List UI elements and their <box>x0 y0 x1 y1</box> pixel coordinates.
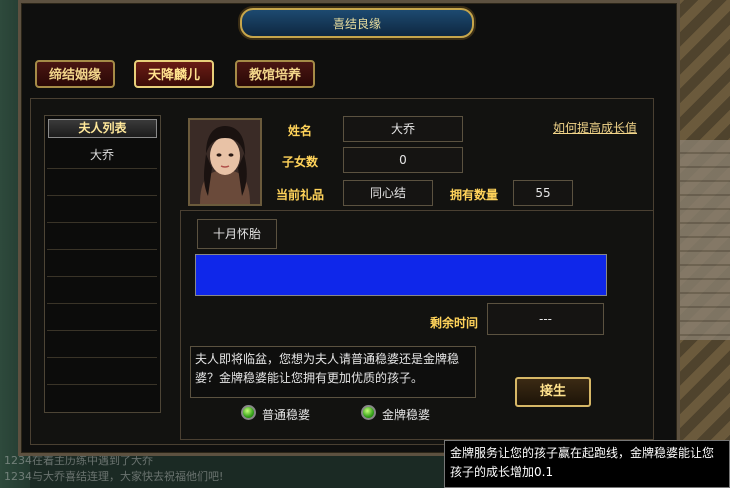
list-item-empty <box>47 277 157 304</box>
portrait-image <box>190 120 260 204</box>
gold-midwife-label[interactable]: 金牌稳婆 <box>382 406 430 423</box>
remaining-time-value: --- <box>487 303 604 335</box>
current-gift-value: 同心结 <box>343 180 433 206</box>
name-label: 姓名 <box>288 124 313 138</box>
list-item-empty <box>47 385 157 411</box>
window-title-bar: 喜结良缘 <box>240 8 474 38</box>
wives-list: 夫人列表 大乔 <box>44 115 161 413</box>
name-value: 大乔 <box>343 116 463 142</box>
pregnancy-progress-bar <box>195 254 607 296</box>
growth-help-link[interactable]: 如何提高成长值 <box>553 119 637 136</box>
remaining-time-label: 剩余时间 <box>430 316 479 330</box>
gold-midwife-tooltip: 金牌服务让您的孩子赢在起跑线，金牌稳婆能让您孩子的成长增加0.1 <box>444 440 730 488</box>
normal-midwife-label[interactable]: 普通稳婆 <box>262 406 310 423</box>
pregnancy-stage: 十月怀胎 <box>197 219 277 249</box>
pregnancy-progress-fill <box>196 255 606 295</box>
owned-count-value: 55 <box>513 180 573 206</box>
list-item-empty <box>47 304 157 331</box>
list-item-empty <box>47 250 157 277</box>
gold-midwife-radio[interactable] <box>361 405 376 420</box>
wife-portrait <box>188 118 262 206</box>
list-item-empty <box>47 169 157 196</box>
tab-school-training[interactable]: 教馆培养 <box>235 60 315 88</box>
tab-marriage[interactable]: 缔结姻缘 <box>35 60 115 88</box>
list-item-empty <box>47 358 157 385</box>
chat-line: 1234与大乔喜结连理，大家快去祝福他们吧! <box>4 470 224 483</box>
list-item-empty <box>47 331 157 358</box>
wives-list-header: 夫人列表 <box>48 119 157 138</box>
list-item-empty <box>47 223 157 250</box>
normal-midwife-radio[interactable] <box>241 405 256 420</box>
tab-children[interactable]: 天降麟儿 <box>134 60 214 88</box>
deliver-button[interactable]: 接生 <box>515 377 591 407</box>
midwife-message: 夫人即将临盆，您想为夫人请普通稳婆还是金牌稳婆？金牌稳婆能让您拥有更加优质的孩子… <box>190 346 476 398</box>
window-title: 喜结良缘 <box>332 17 381 31</box>
wife-list-item[interactable]: 大乔 <box>47 142 157 169</box>
list-item-empty <box>47 196 157 223</box>
children-count-value: 0 <box>343 147 463 173</box>
children-count-label: 子女数 <box>282 155 319 169</box>
current-gift-label: 当前礼品 <box>276 188 325 202</box>
owned-count-label: 拥有数量 <box>450 188 499 202</box>
